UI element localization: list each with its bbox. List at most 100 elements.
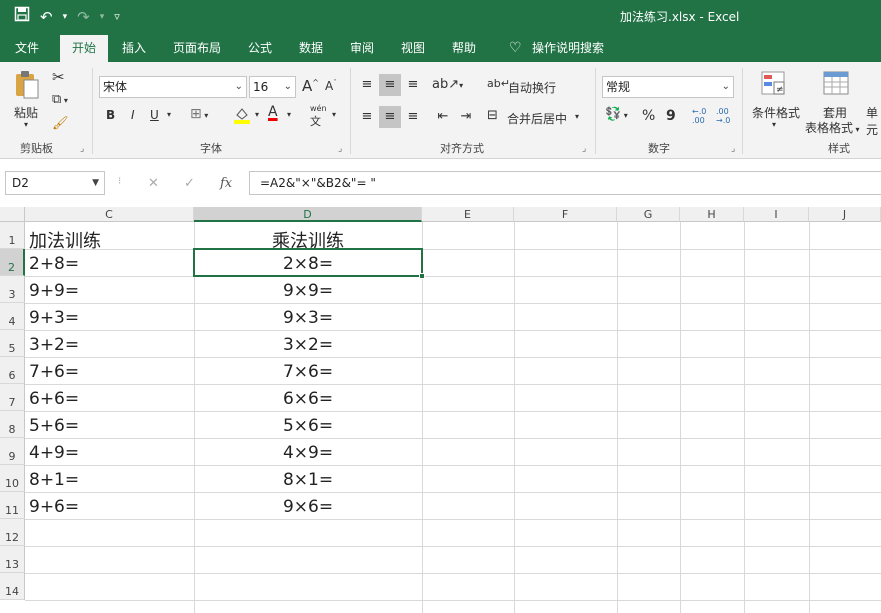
- fill-handle[interactable]: [419, 273, 425, 279]
- format-as-table-icon[interactable]: [822, 70, 849, 96]
- cell-d[interactable]: 7×6=: [194, 362, 422, 382]
- cancel-icon[interactable]: ✕: [148, 176, 159, 191]
- fill-color-icon[interactable]: [233, 106, 251, 127]
- cell-c[interactable]: 7+6=: [29, 362, 79, 382]
- row-header[interactable]: 14: [0, 573, 25, 600]
- insert-function-icon[interactable]: fx: [220, 176, 232, 191]
- customize-icon[interactable]: ▿: [114, 7, 120, 27]
- name-box[interactable]: D2 ▼: [5, 171, 105, 195]
- align-bottom-icon[interactable]: ≡: [402, 74, 424, 96]
- undo-dropdown-icon[interactable]: ▾: [63, 7, 68, 27]
- cell-c[interactable]: 9+3=: [29, 308, 79, 328]
- tab-page-layout[interactable]: 页面布局: [167, 37, 227, 62]
- align-left-icon[interactable]: ≡: [356, 106, 378, 128]
- align-top-icon[interactable]: ≡: [356, 74, 378, 96]
- undo-icon[interactable]: ↶: [40, 7, 53, 27]
- conditional-format-icon[interactable]: ≠: [760, 70, 786, 96]
- cell-d[interactable]: 5×6=: [194, 416, 422, 436]
- column-header-g[interactable]: G: [617, 207, 680, 222]
- cell-d[interactable]: 4×9=: [194, 443, 422, 463]
- row-header[interactable]: 5: [0, 330, 25, 357]
- cut-icon[interactable]: ✂: [52, 68, 65, 86]
- tab-file[interactable]: 文件: [9, 37, 45, 62]
- orientation-icon[interactable]: ab↗▾: [432, 74, 463, 96]
- font-launcher-icon[interactable]: ⌟: [338, 144, 342, 154]
- tab-data[interactable]: 数据: [293, 37, 329, 62]
- row-header[interactable]: 9: [0, 438, 25, 465]
- redo-dropdown-icon[interactable]: ▾: [100, 7, 105, 27]
- column-header-i[interactable]: I: [744, 207, 809, 222]
- number-launcher-icon[interactable]: ⌟: [731, 144, 735, 154]
- cell-d[interactable]: 9×6=: [194, 497, 422, 517]
- grow-font-button[interactable]: A^: [302, 77, 319, 95]
- worksheet-grid[interactable]: C D E F G H I J 1 2 3 4 5 6 7 8 9 10 11 12 13 14 加法训练…: [0, 207, 881, 613]
- align-right-icon[interactable]: ≡: [402, 106, 424, 128]
- row-header[interactable]: 1: [0, 222, 25, 249]
- redo-icon[interactable]: ↷: [77, 7, 90, 27]
- comma-style-button[interactable]: 9: [666, 108, 676, 124]
- row-header[interactable]: 2: [0, 249, 25, 276]
- currency-icon[interactable]: 💱 ▾: [605, 107, 628, 122]
- enter-icon[interactable]: ✓: [184, 176, 195, 191]
- percent-button[interactable]: %: [642, 108, 655, 124]
- decrease-decimal-icon[interactable]: .00 →.0: [716, 107, 730, 125]
- wrap-text-button[interactable]: 自动换行: [508, 79, 556, 96]
- paste-label[interactable]: 粘贴: [14, 104, 38, 121]
- format-painter-icon[interactable]: 🖌: [52, 116, 69, 131]
- select-all-corner[interactable]: [0, 207, 25, 222]
- row-header[interactable]: 10: [0, 465, 25, 492]
- merge-dropdown-icon[interactable]: ▾: [575, 112, 579, 121]
- tab-view[interactable]: 视图: [395, 37, 431, 62]
- cell-c[interactable]: 8+1=: [29, 470, 79, 490]
- save-icon[interactable]: [14, 6, 30, 27]
- decrease-indent-icon[interactable]: ⇤: [432, 106, 454, 128]
- cell-d[interactable]: 9×3=: [194, 308, 422, 328]
- row-header[interactable]: 12: [0, 519, 25, 546]
- tab-review[interactable]: 审阅: [344, 37, 380, 62]
- cell-d[interactable]: 9×9=: [194, 281, 422, 301]
- row-header[interactable]: 3: [0, 276, 25, 303]
- paste-icon[interactable]: [14, 70, 40, 99]
- format-table-line2[interactable]: 表格格式 ▾: [805, 119, 860, 136]
- column-header-h[interactable]: H: [680, 207, 744, 222]
- cell-d[interactable]: 6×6=: [194, 389, 422, 409]
- clipboard-launcher-icon[interactable]: ⌟: [80, 144, 84, 154]
- row-header[interactable]: 4: [0, 303, 25, 330]
- row-header[interactable]: 13: [0, 546, 25, 573]
- font-size-select[interactable]: 16 ⌄: [249, 76, 296, 98]
- column-header-j[interactable]: J: [809, 207, 881, 222]
- cell-d[interactable]: 8×1=: [194, 470, 422, 490]
- font-color-icon[interactable]: A: [268, 104, 278, 120]
- paste-dropdown-icon[interactable]: ▾: [24, 120, 28, 129]
- copy-icon[interactable]: ⧉ ▾: [52, 92, 68, 107]
- tab-insert[interactable]: 插入: [116, 37, 152, 62]
- cell-c[interactable]: 4+9=: [29, 443, 79, 463]
- cell-styles-button[interactable]: 单元: [866, 104, 881, 138]
- border-icon[interactable]: ⊞ ▾: [190, 106, 208, 122]
- cell-c[interactable]: 5+6=: [29, 416, 79, 436]
- row-header[interactable]: 11: [0, 492, 25, 519]
- tell-me-search[interactable]: 操作说明搜索: [526, 37, 610, 62]
- formula-input[interactable]: =A2&"×"&B2&"= ": [249, 171, 881, 195]
- fill-color-dropdown-icon[interactable]: ▾: [255, 110, 259, 119]
- cond-dropdown-icon[interactable]: ▾: [772, 120, 776, 129]
- italic-button[interactable]: I: [131, 108, 135, 122]
- cell-c[interactable]: 9+6=: [29, 497, 79, 517]
- cell-d[interactable]: 3×2=: [194, 335, 422, 355]
- alignment-launcher-icon[interactable]: ⌟: [582, 144, 586, 154]
- cell-c[interactable]: 加法训练: [29, 227, 101, 253]
- cell-c[interactable]: 9+9=: [29, 281, 79, 301]
- align-middle-icon[interactable]: ≡: [379, 74, 401, 96]
- align-center-icon[interactable]: ≡: [379, 106, 401, 128]
- row-header[interactable]: 6: [0, 357, 25, 384]
- phonetic-guide-icon[interactable]: wén 文: [310, 104, 327, 129]
- cell-c[interactable]: 3+2=: [29, 335, 79, 355]
- tab-formulas[interactable]: 公式: [242, 37, 278, 62]
- underline-dropdown-icon[interactable]: ▾: [167, 110, 171, 119]
- increase-indent-icon[interactable]: ⇥: [455, 106, 477, 128]
- cell-c[interactable]: 2+8=: [29, 254, 79, 274]
- column-header-c[interactable]: C: [25, 207, 194, 222]
- number-format-select[interactable]: 常规 ⌄: [602, 76, 734, 98]
- shrink-font-button[interactable]: Aˇ: [325, 79, 337, 93]
- column-header-e[interactable]: E: [422, 207, 514, 222]
